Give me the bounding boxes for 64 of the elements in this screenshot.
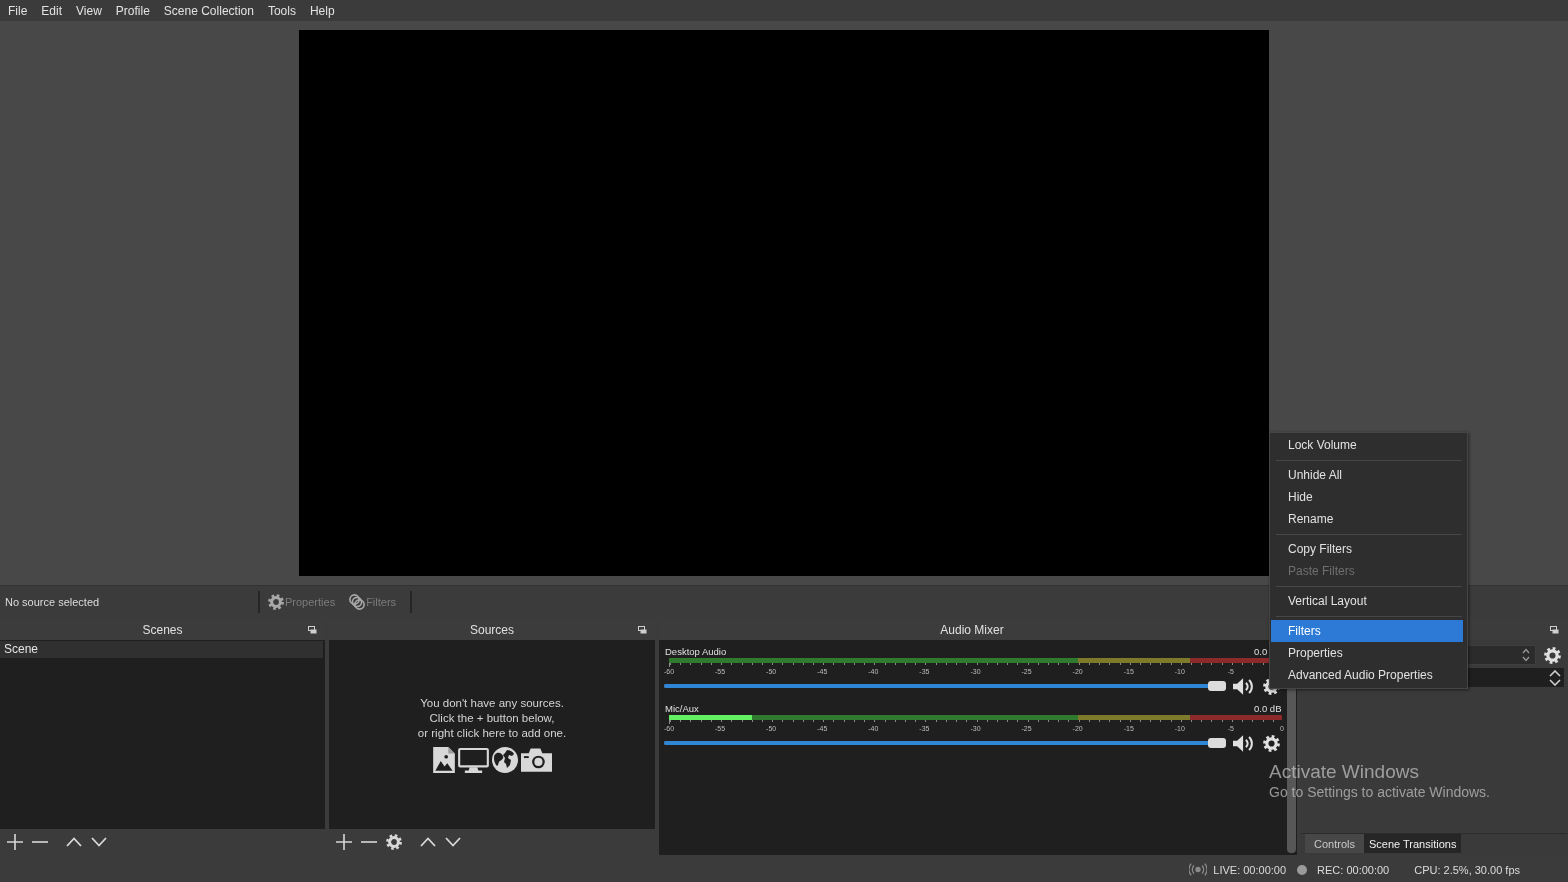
plus-icon — [336, 834, 352, 850]
volume-slider[interactable] — [664, 681, 1226, 691]
chevron-up-icon — [66, 837, 82, 847]
image-icon — [432, 747, 455, 773]
slider-handle[interactable] — [1208, 681, 1226, 691]
up-down-arrows-icon — [1549, 669, 1561, 686]
channel-name: Desktop Audio — [665, 645, 728, 657]
menu-item[interactable]: Advanced Audio Properties — [1271, 664, 1463, 686]
rec-timer: REC: 00:00:00 — [1317, 863, 1390, 876]
menu-item[interactable]: Copy Filters — [1271, 538, 1463, 560]
menu-item[interactable]: Rename — [1271, 508, 1463, 530]
settings-icon — [386, 834, 402, 850]
restore-icon[interactable] — [1550, 626, 1559, 634]
globe-icon — [491, 747, 518, 773]
circles-icon — [349, 593, 366, 610]
channel-name: Mic/Aux — [665, 702, 700, 714]
volume-reading: 0.0 — [1254, 645, 1269, 657]
chevron-up-icon — [420, 837, 436, 847]
activation-notice-text: Go to Settings to activate Windows. — [1269, 783, 1490, 801]
menu-item[interactable]: View — [69, 1, 109, 20]
cpu-usage: CPU: 2.5%, 30.00 fps — [1414, 863, 1520, 876]
settings-button[interactable] — [383, 831, 405, 853]
panel-title: Audio Mixer — [940, 623, 1004, 637]
menu-item[interactable]: Vertical Layout — [1271, 590, 1463, 612]
empty-sources-message: You don't have any sources. Click the + button below, or right click here to add one. — [417, 696, 567, 741]
menu-item[interactable]: Properties — [1271, 642, 1463, 664]
menu-item[interactable]: File — [1, 1, 35, 20]
panel-title: Scenes — [142, 623, 183, 637]
live-timer: LIVE: 00:00:00 — [1213, 863, 1287, 876]
menu-item[interactable]: Help — [302, 1, 342, 20]
up-down-arrows-icon — [1522, 648, 1530, 662]
plus-icon — [7, 834, 23, 850]
minus-icon — [361, 841, 377, 843]
slider-handle[interactable] — [1208, 738, 1226, 748]
restore-icon[interactable] — [308, 626, 317, 634]
chevron-down-icon — [91, 837, 107, 847]
panel-title: Sources — [470, 623, 514, 637]
menu-item[interactable]: Unhide All — [1271, 464, 1463, 486]
menu-item[interactable]: Profile — [108, 1, 157, 20]
tab[interactable]: Controls — [1305, 834, 1364, 853]
menu-item[interactable]: Lock Volume — [1271, 434, 1463, 456]
add-button[interactable] — [4, 831, 26, 853]
menu-item[interactable]: Edit — [34, 1, 70, 20]
activation-notice-title: Activate Windows — [1269, 760, 1420, 783]
scene-item[interactable]: Scene — [0, 641, 323, 658]
volume-reading: 0.0 dB — [1254, 702, 1283, 714]
settings-icon[interactable] — [1263, 734, 1280, 752]
settings-icon[interactable] — [1544, 646, 1561, 664]
add-button[interactable] — [333, 831, 355, 853]
minus-icon — [32, 841, 48, 843]
settings-icon — [268, 593, 284, 610]
speaker-icon[interactable] — [1233, 677, 1255, 695]
menu-item[interactable]: Hide — [1271, 486, 1463, 508]
speaker-icon[interactable] — [1233, 734, 1255, 752]
selection-status: No source selected — [4, 595, 101, 608]
menu-item[interactable]: Scene Collection — [156, 1, 261, 20]
camera-icon — [520, 748, 552, 772]
restore-icon[interactable] — [638, 626, 647, 634]
volume-slider[interactable] — [664, 738, 1226, 748]
tab[interactable]: Scene Transitions — [1363, 834, 1462, 853]
menu-item[interactable]: Tools — [260, 1, 303, 20]
chevron-down-icon — [445, 837, 461, 847]
menu-item[interactable]: Filters — [1271, 620, 1463, 642]
monitor-icon — [457, 747, 489, 773]
